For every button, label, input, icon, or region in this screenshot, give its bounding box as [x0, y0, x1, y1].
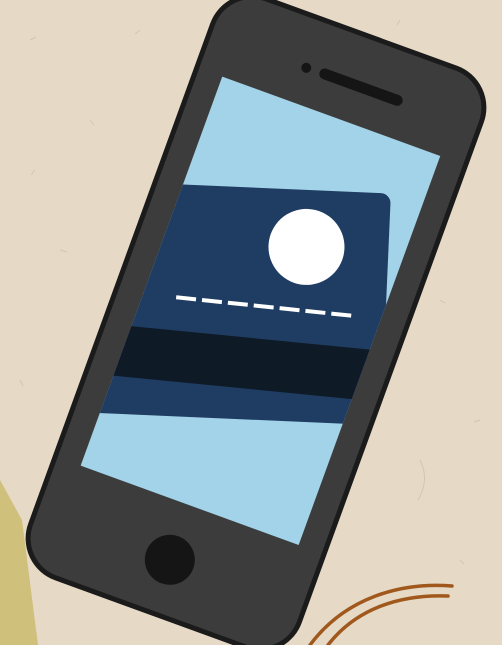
illustration-scene — [0, 0, 502, 645]
phone-payment-illustration — [0, 0, 502, 645]
